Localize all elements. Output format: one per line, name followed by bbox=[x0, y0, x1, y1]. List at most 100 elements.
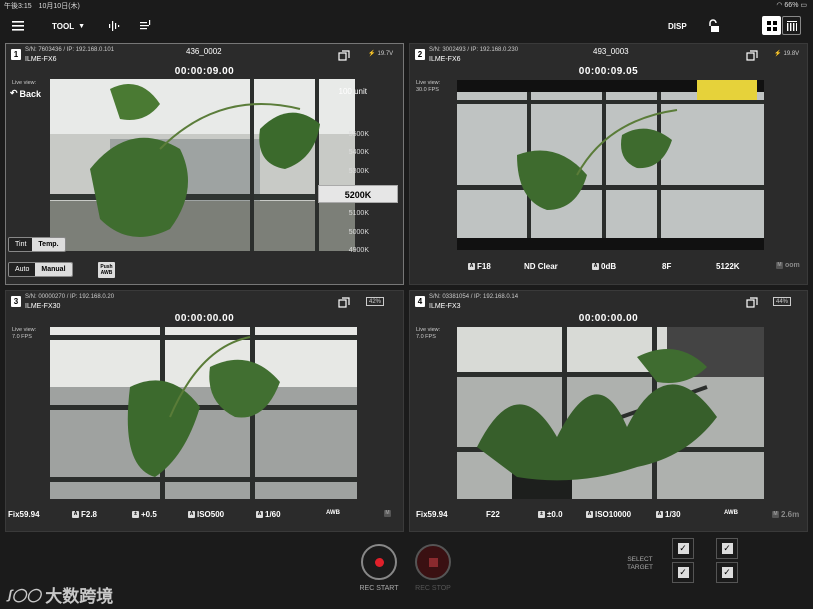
disp-button[interactable]: DISP bbox=[668, 22, 687, 31]
check-icon: ✓ bbox=[677, 543, 689, 554]
shutter-value[interactable]: A 1/30 bbox=[656, 510, 681, 519]
wb-value[interactable]: AWB bbox=[326, 510, 340, 516]
ev-value[interactable]: ± +0.5 bbox=[132, 510, 157, 519]
camera-panel-2[interactable]: 2 S/N: 3002493 / IP: 192.168.0.230 ILME-… bbox=[409, 43, 808, 285]
tool-menu-button[interactable]: TOOL ▼ bbox=[52, 22, 85, 31]
wb-value[interactable]: AWB bbox=[724, 510, 738, 516]
wb-value-5500[interactable]: 5500K bbox=[349, 131, 369, 138]
wb-value-5400[interactable]: 5400K bbox=[349, 149, 369, 156]
status-bar: 午後3:15 10月10日(木) ◠ 66% ▭ bbox=[0, 0, 813, 12]
target-checkbox-4[interactable]: ✓ bbox=[716, 562, 738, 583]
watermark-logo: ʃ◯◯ 大数跨境 bbox=[8, 586, 114, 607]
stop-square-icon bbox=[429, 558, 438, 567]
rec-start-button[interactable] bbox=[361, 544, 397, 580]
timecode: 00:00:09.05 bbox=[578, 66, 639, 77]
unlock-icon[interactable] bbox=[706, 19, 720, 33]
clip-name: 493_0003 bbox=[593, 47, 629, 56]
focus-value[interactable]: Moom bbox=[776, 262, 800, 269]
push-awb-button[interactable]: Push AWB bbox=[98, 262, 115, 278]
live-view-image bbox=[50, 79, 355, 251]
wb-value-5300[interactable]: 5300K bbox=[349, 168, 369, 175]
iris-value[interactable]: A F18 bbox=[468, 262, 491, 271]
auto-badge-icon: A bbox=[256, 511, 263, 518]
ev-badge-icon: ± bbox=[538, 511, 545, 518]
shutter-value[interactable]: A 1/60 bbox=[256, 510, 281, 519]
wb-value-5100[interactable]: 5100K bbox=[349, 210, 369, 217]
live-view-label: Live view: 30.0 FPS bbox=[416, 80, 441, 93]
temp-button[interactable]: Temp. bbox=[32, 238, 65, 251]
live-view-image bbox=[457, 80, 764, 250]
select-target-label: SELECT TARGET bbox=[627, 556, 653, 571]
back-arrow-icon: ↶ bbox=[10, 88, 18, 98]
fps-value[interactable]: Fix59.94 bbox=[416, 510, 448, 519]
swap-icon[interactable] bbox=[746, 48, 758, 61]
gain-value[interactable]: A 0dB bbox=[592, 262, 616, 271]
target-checkbox-2[interactable]: ✓ bbox=[716, 538, 738, 559]
shutter-value[interactable]: 8F bbox=[662, 262, 671, 271]
camera-panel-4[interactable]: 4 S/N: 03381054 / IP: 192.168.0.14 ILME-… bbox=[409, 290, 808, 532]
target-checkbox-3[interactable]: ✓ bbox=[672, 562, 694, 583]
record-dot-icon bbox=[375, 558, 384, 567]
swap-icon[interactable] bbox=[338, 295, 350, 308]
auto-manual-toggle: Auto Manual bbox=[8, 262, 73, 277]
mf-badge-icon: M bbox=[772, 511, 779, 518]
camera-panel-1[interactable]: 1 S/N: 7603436 / IP: 192.168.0.101 ILME-… bbox=[5, 43, 404, 285]
power-status: ⚡ 19.8V bbox=[774, 50, 800, 58]
auto-badge-icon: A bbox=[656, 511, 663, 518]
iso-value[interactable]: A ISO10000 bbox=[586, 510, 631, 519]
live-view-label: Live view: 7.0 FPS bbox=[416, 327, 441, 340]
auto-badge-icon: A bbox=[468, 263, 475, 270]
panel-number: 2 bbox=[415, 49, 425, 60]
camera-panel-3[interactable]: 3 S/N: 00000270 / IP: 192.168.0.20 ILME-… bbox=[5, 290, 404, 532]
focus-mode[interactable]: M bbox=[384, 510, 391, 517]
logo-icon: ʃ◯◯ bbox=[8, 586, 42, 602]
bars-icon[interactable] bbox=[782, 16, 801, 35]
waveform-icon[interactable] bbox=[108, 20, 120, 32]
swap-icon[interactable] bbox=[338, 48, 350, 61]
back-button[interactable]: ↶ Back bbox=[10, 88, 41, 99]
wb-unit-label: 100 unit bbox=[338, 87, 367, 96]
panel-number: 1 bbox=[11, 49, 21, 60]
iris-value[interactable]: A F2.8 bbox=[72, 510, 97, 519]
auto-badge-icon: A bbox=[188, 511, 195, 518]
check-icon: ✓ bbox=[677, 567, 689, 578]
battery-status: 42% bbox=[366, 297, 385, 306]
hamburger-icon[interactable] bbox=[12, 21, 24, 31]
iris-value[interactable]: F22 bbox=[486, 510, 500, 519]
auto-badge-icon: A bbox=[72, 511, 79, 518]
focus-value[interactable]: M 2.6m bbox=[772, 510, 799, 519]
camera-model: ILME-FX30 bbox=[25, 303, 61, 310]
battery-icon: 44% bbox=[773, 297, 792, 306]
tint-temp-toggle: Tint Temp. bbox=[8, 237, 66, 252]
ev-value[interactable]: ± ±0.0 bbox=[538, 510, 563, 519]
wb-value-4900[interactable]: 4900K bbox=[349, 247, 369, 254]
rec-start-label: REC START bbox=[359, 585, 399, 592]
swap-icon[interactable] bbox=[746, 295, 758, 308]
wb-value[interactable]: 5122K bbox=[716, 262, 740, 271]
wb-selected-value[interactable]: 5200K bbox=[318, 185, 398, 203]
camera-model: ILME-FX3 bbox=[429, 303, 461, 310]
timecode: 00:00:00.00 bbox=[578, 313, 639, 324]
serial-ip: S/N: 3002493 / IP: 192.168.0.230 bbox=[429, 47, 519, 53]
tint-button[interactable]: Tint bbox=[9, 238, 33, 251]
iso-value[interactable]: A ISO500 bbox=[188, 510, 224, 519]
target-checkbox-1[interactable]: ✓ bbox=[672, 538, 694, 559]
power-status: ⚡ 19.7V bbox=[368, 50, 394, 58]
rec-stop-button[interactable] bbox=[415, 544, 451, 580]
top-toolbar: TOOL ▼ DISP bbox=[0, 12, 813, 42]
check-icon: ✓ bbox=[721, 543, 733, 554]
manual-button[interactable]: Manual bbox=[35, 263, 72, 276]
nd-value[interactable]: ND Clear bbox=[524, 262, 558, 271]
live-view-image bbox=[457, 327, 764, 499]
wb-value-5000[interactable]: 5000K bbox=[349, 229, 369, 236]
grid-icon[interactable] bbox=[762, 16, 781, 35]
status-battery: ◠ 66% ▭ bbox=[776, 2, 807, 9]
list-icon[interactable] bbox=[140, 20, 152, 32]
auto-button[interactable]: Auto bbox=[9, 263, 36, 276]
serial-ip: S/N: 00000270 / IP: 192.168.0.20 bbox=[25, 294, 115, 300]
mf-badge-icon: M bbox=[384, 510, 391, 517]
fps-value[interactable]: Fix59.94 bbox=[8, 510, 40, 519]
ev-badge-icon: ± bbox=[132, 511, 139, 518]
camera-model: ILME-FX6 bbox=[429, 56, 461, 63]
clip-name: 436_0002 bbox=[186, 47, 222, 56]
